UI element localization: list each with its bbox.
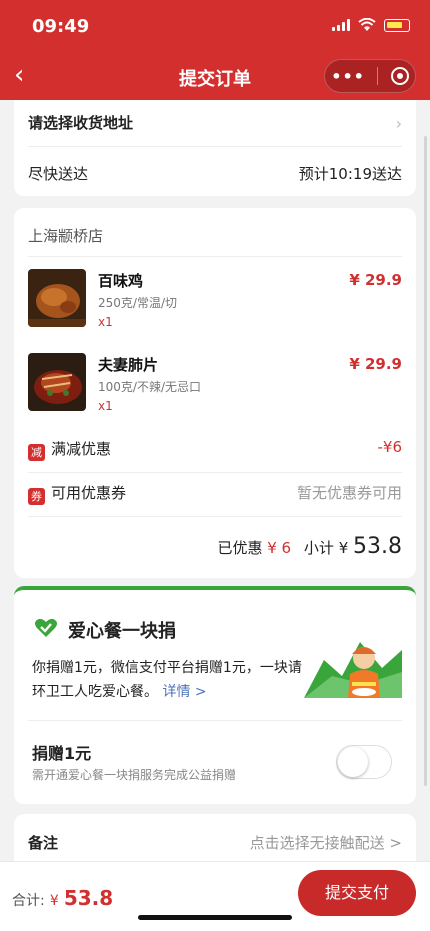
subtotal-currency: ¥ xyxy=(338,539,349,557)
charity-card: 爱心餐一块捐 你捐赠1元，微信支付平台捐赠1元，一块请环卫工人吃爱心餐。 详情 … xyxy=(14,586,416,804)
dish-name: 百味鸡 xyxy=(98,272,144,290)
more-icon[interactable]: ••• xyxy=(331,67,365,86)
checkout-bar: 合计: ¥ 53.8 提交支付 xyxy=(0,861,430,931)
discount-row: 减满减优惠 -¥6 xyxy=(28,438,402,461)
status-icons xyxy=(332,18,410,32)
nav-bar: ‹ 提交订单 ••• xyxy=(0,52,430,100)
total-value: 53.8 xyxy=(63,886,114,910)
divider xyxy=(28,516,402,517)
heart-check-icon xyxy=(35,618,57,637)
battery-icon xyxy=(384,18,410,32)
coupon-tag: 券 xyxy=(28,488,45,505)
dish-spec: 250克/常温/切 xyxy=(98,296,177,310)
wifi-icon xyxy=(358,18,376,31)
donate-title: 捐赠1元 xyxy=(32,744,92,763)
dish-price: ¥ 29.9 xyxy=(349,271,402,289)
scrollbar[interactable] xyxy=(424,136,427,786)
dish-price: ¥ 29.9 xyxy=(349,355,402,373)
home-indicator xyxy=(138,915,292,920)
delivery-card: 请选择收货地址 › 尽快送达 预计10:19送达 xyxy=(14,100,416,196)
total-block: 合计: ¥ 53.8 xyxy=(12,886,113,910)
divider xyxy=(28,146,402,147)
saved-label: 已优惠 xyxy=(217,539,263,557)
total-currency: ¥ xyxy=(49,893,59,909)
divider xyxy=(28,256,402,257)
subtotal-label: 小计 xyxy=(303,539,334,557)
dish-qty: x1 xyxy=(98,315,113,329)
delivery-time-row[interactable]: 尽快送达 预计10:19送达 xyxy=(28,163,402,184)
donate-toggle[interactable] xyxy=(336,745,392,779)
dish-spec: 100克/不辣/无忌口 xyxy=(98,380,201,394)
close-program-icon[interactable] xyxy=(390,67,409,85)
remark-row[interactable]: 备注 点击选择无接触配送 > xyxy=(28,832,402,853)
saved-value: ¥ 6 xyxy=(267,539,292,557)
remark-label: 备注 xyxy=(28,834,59,852)
dish-image-chicken xyxy=(28,269,86,327)
total-label: 合计: xyxy=(12,893,45,909)
charity-details-link[interactable]: 详情 > xyxy=(162,684,206,700)
dish-image-beef xyxy=(28,353,86,411)
discount-tag: 减 xyxy=(28,444,45,461)
chevron-right-icon: › xyxy=(395,114,402,133)
delivery-time-label: 尽快送达 xyxy=(28,165,89,183)
coupon-value: 暂无优惠券可用 xyxy=(296,484,402,502)
submit-pay-button[interactable]: 提交支付 xyxy=(298,870,416,916)
coupon-label: 可用优惠券 xyxy=(51,484,127,502)
subtotal-value: 53.8 xyxy=(353,534,402,559)
donate-desc: 需开通爱心餐一块捐服务完成公益捐赠 xyxy=(32,768,237,782)
capsule-divider xyxy=(377,67,379,85)
dish-qty: x1 xyxy=(98,399,113,413)
coupon-row[interactable]: 券可用优惠券 暂无优惠券可用 xyxy=(28,482,402,505)
discount-value: -¥6 xyxy=(377,438,403,456)
charity-title: 爱心餐一块捐 xyxy=(68,621,176,642)
charity-desc-block: 你捐赠1元，微信支付平台捐赠1元，一块请环卫工人吃爱心餐。 详情 > xyxy=(32,656,302,704)
address-label: 请选择收货地址 xyxy=(28,114,134,132)
delivery-eta: 预计10:19送达 xyxy=(298,165,402,183)
signal-icon xyxy=(332,19,350,31)
divider xyxy=(28,472,402,473)
dish-name: 夫妻肺片 xyxy=(98,356,159,374)
divider xyxy=(28,720,402,721)
sanitation-worker-illustration xyxy=(304,642,402,698)
discount-label: 满减优惠 xyxy=(51,440,112,458)
toggle-knob xyxy=(338,747,368,777)
order-card: 上海颛桥店 百味鸡 250克/常温/切 x1 ¥ 29.9 夫妻肺片 100克/… xyxy=(14,208,416,578)
mini-program-capsule: ••• xyxy=(324,59,416,93)
order-summary: 已优惠 ¥ 6 小计 ¥ 53.8 xyxy=(217,534,402,559)
store-name: 上海颛桥店 xyxy=(28,227,104,245)
address-row[interactable]: 请选择收货地址 › xyxy=(28,112,402,133)
status-bar: 09:49 xyxy=(0,0,430,52)
remark-value: 点击选择无接触配送 > xyxy=(249,834,402,852)
status-time: 09:49 xyxy=(32,16,90,37)
